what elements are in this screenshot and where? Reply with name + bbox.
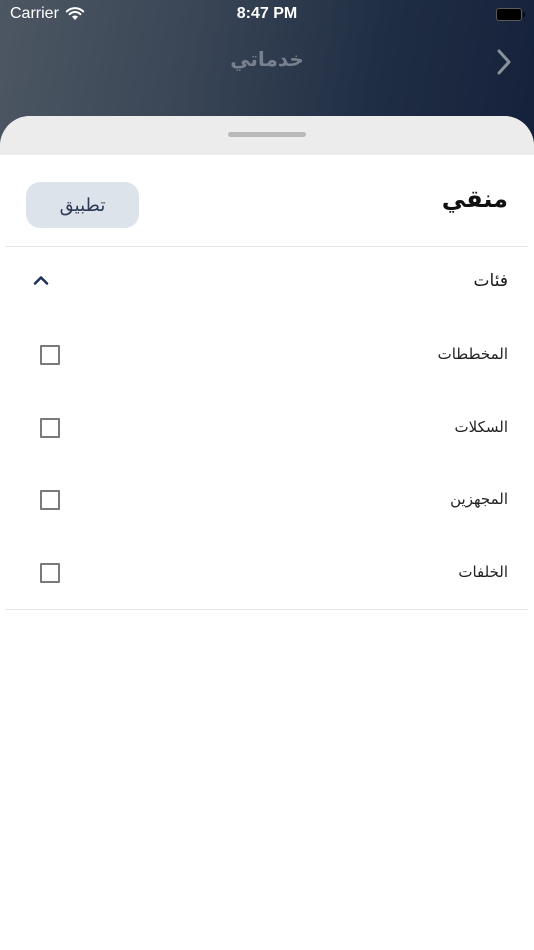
option-row-plans[interactable]: المخططات <box>0 319 534 392</box>
page-title: خدماتي <box>230 47 304 71</box>
option-row-offspring[interactable]: الخلفات <box>0 537 534 610</box>
option-label: المخططات <box>437 345 508 363</box>
option-label: السكلات <box>454 417 508 436</box>
option-checkbox[interactable] <box>40 417 60 438</box>
chevron-right-icon[interactable] <box>490 46 518 78</box>
sheet-header: منقي تطبيق <box>0 155 534 246</box>
sheet-title: منقي <box>441 185 508 213</box>
divider <box>6 609 528 610</box>
screen: Carrier 8:47 PM خدماتي منقي تطبيق فئات ا… <box>0 0 534 950</box>
option-row-suppliers[interactable]: المجهزين <box>0 464 534 537</box>
option-checkbox[interactable] <box>40 490 60 510</box>
categories-section-title: فئات <box>473 271 508 291</box>
sheet-handle-area[interactable] <box>0 116 534 155</box>
status-bar: Carrier 8:47 PM <box>0 0 534 28</box>
option-row-scales[interactable]: السكلات <box>0 392 534 465</box>
option-checkbox[interactable] <box>40 562 60 583</box>
option-label: الخلفات <box>458 562 508 581</box>
categories-section-header[interactable]: فئات <box>0 247 534 319</box>
status-time: 8:47 PM <box>236 5 298 22</box>
option-label: المجهزين <box>450 490 508 508</box>
apply-button[interactable]: تطبيق <box>26 182 139 228</box>
battery-icon <box>496 8 525 21</box>
sheet-grabber[interactable] <box>228 132 306 137</box>
filter-sheet: منقي تطبيق فئات المخططات السكلات المجهزي… <box>0 116 534 950</box>
chevron-up-icon[interactable] <box>32 274 50 286</box>
option-checkbox[interactable] <box>40 345 60 365</box>
